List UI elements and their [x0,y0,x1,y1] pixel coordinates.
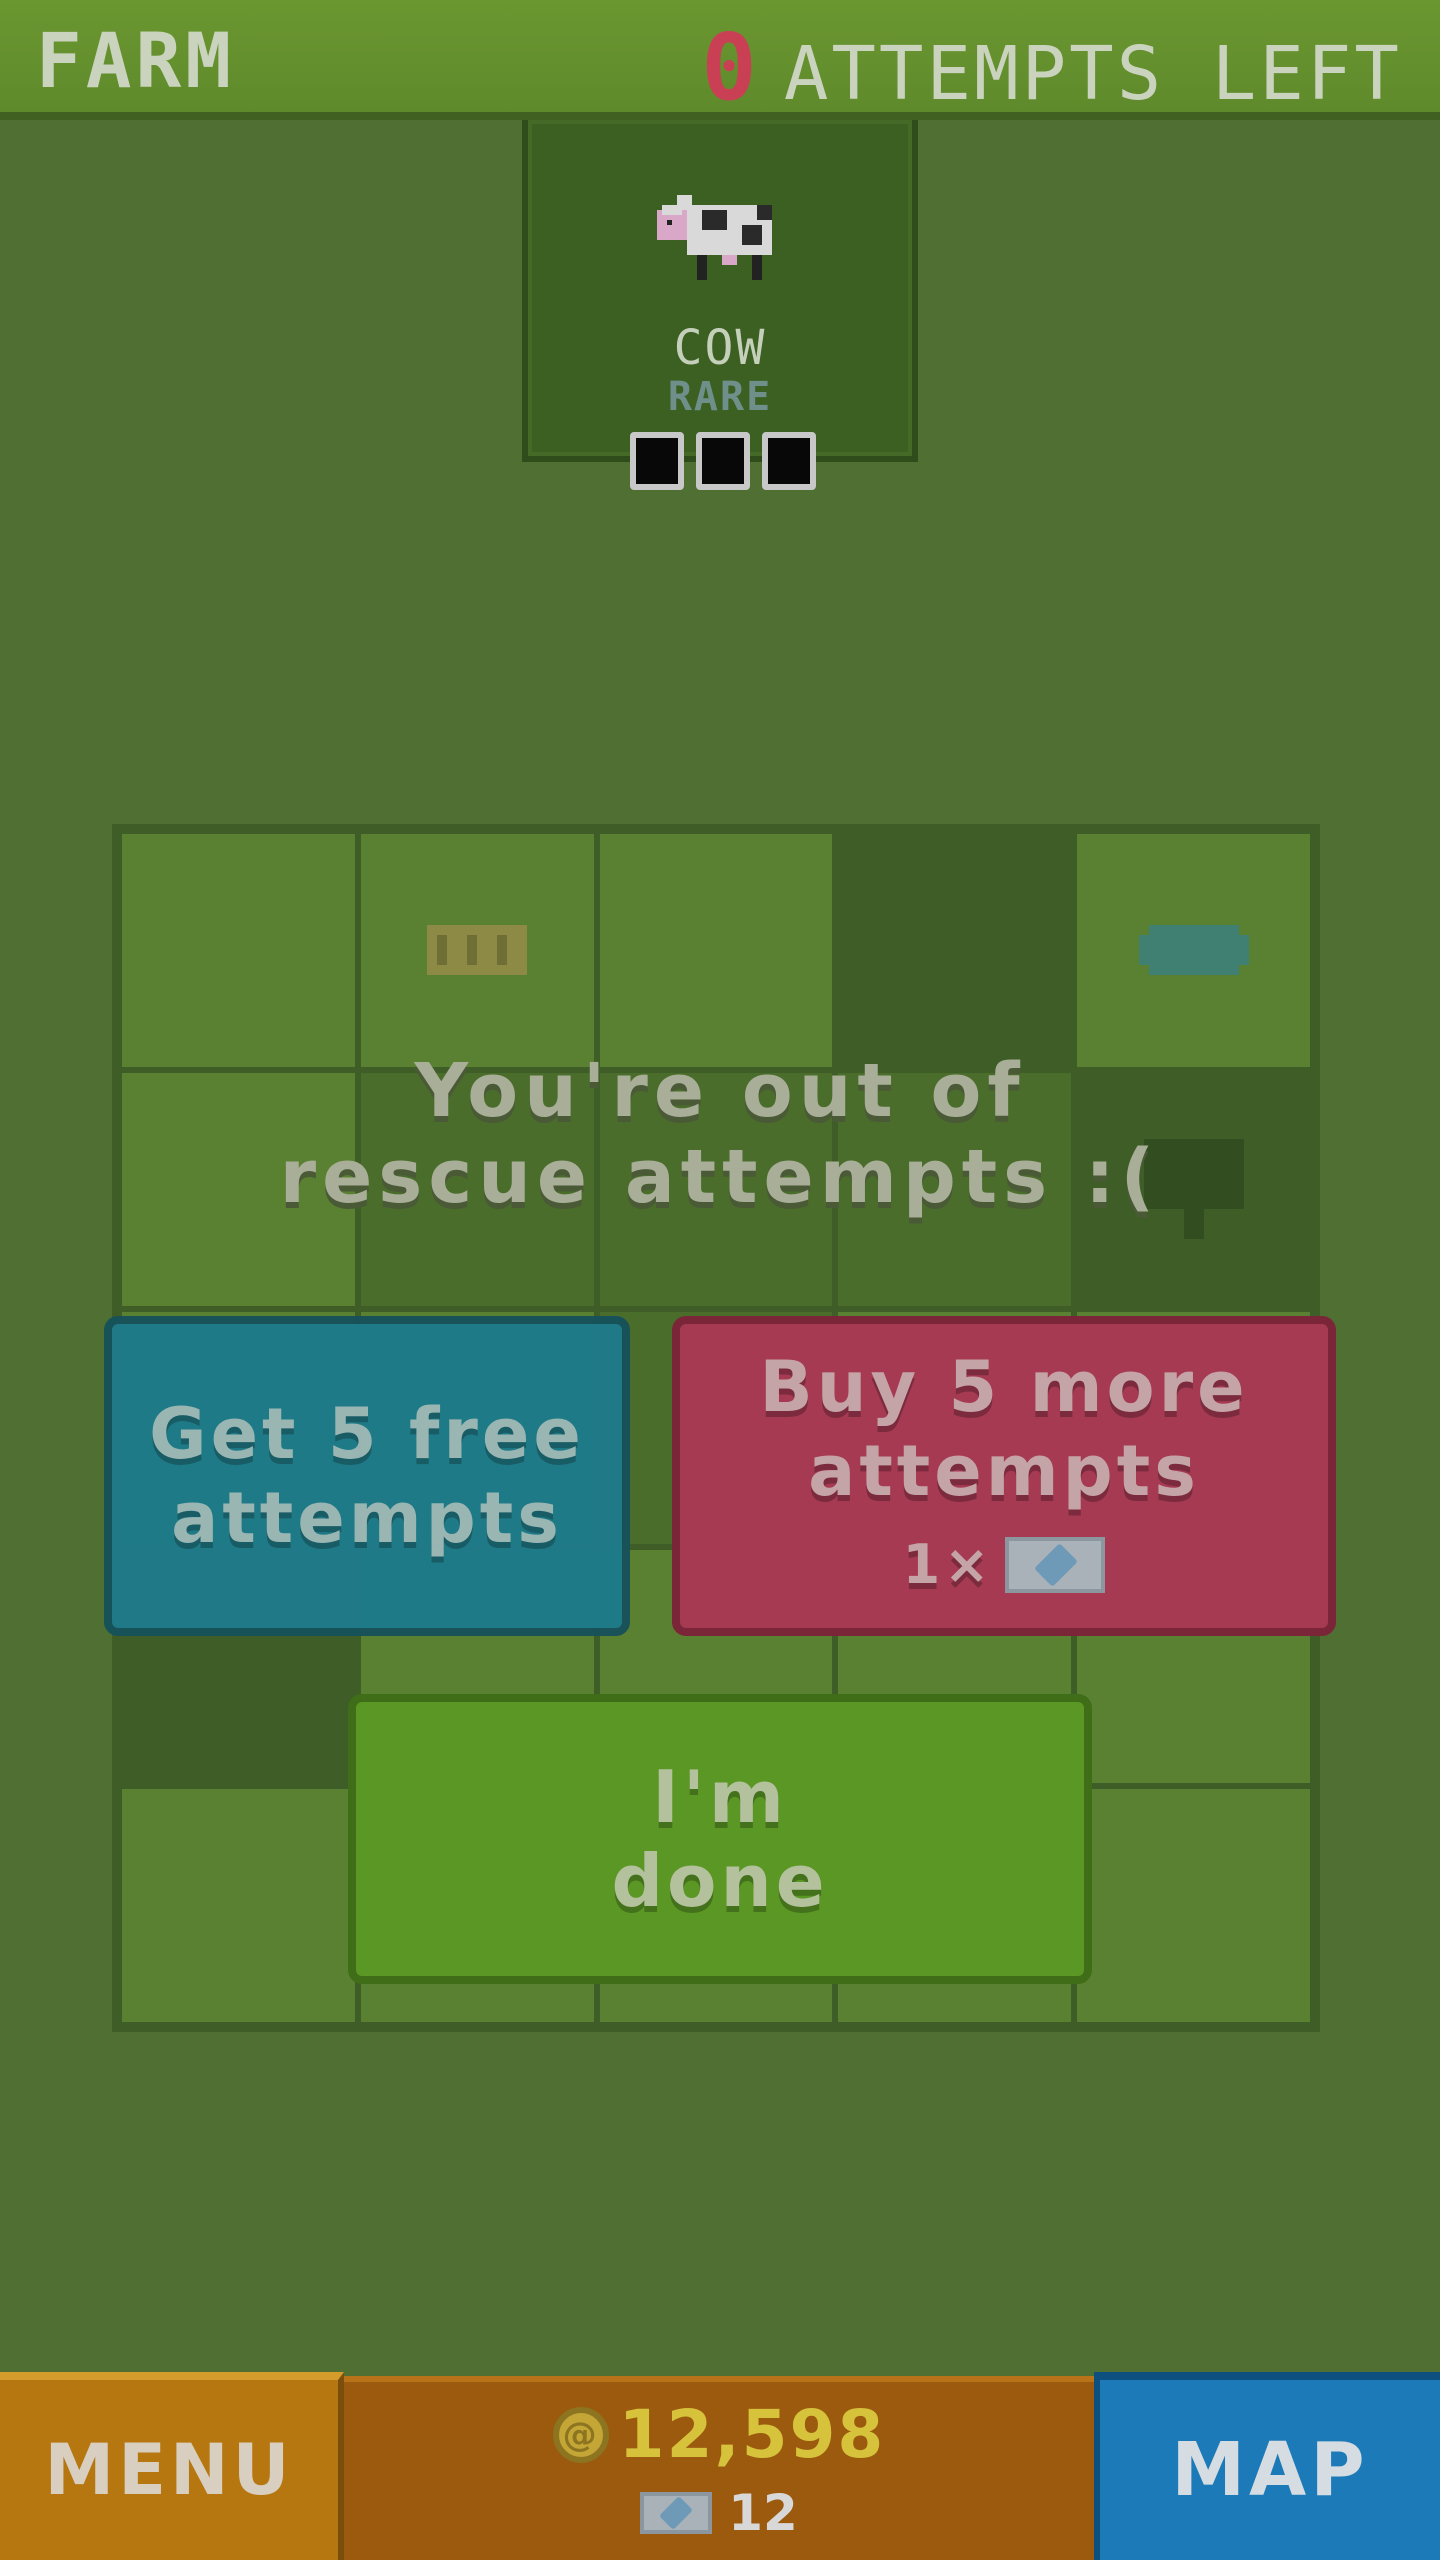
map-button[interactable]: MAP [1094,2372,1440,2560]
button-label: done [611,1839,829,1923]
progress-slot [762,432,816,490]
wallet-display: @ 12,598 12 [344,2376,1094,2560]
button-label: attempts [808,1430,1200,1512]
button-label: Buy 5 more [759,1346,1249,1428]
top-bar: FARM 0 ATTEMPTS LEFT [0,0,1440,121]
coin-balance: @ 12,598 [344,2396,1094,2473]
bottom-bar: MENU @ 12,598 12 MAP [0,2372,1440,2560]
grid-cell[interactable] [122,1789,355,2022]
pond-icon [1138,925,1249,976]
gem-amount: 12 [728,2484,798,2542]
attempts-left-label: ATTEMPTS LEFT [783,31,1402,117]
grid-cell[interactable] [122,834,355,1067]
grid-cell-searched [838,834,1072,1067]
message-line: rescue attempts :( [279,1134,1161,1220]
buy-cost: 1× [903,1523,1106,1607]
progress-slot [630,432,684,490]
progress-slot [696,432,750,490]
target-animal-card: COW RARE [522,120,918,462]
area-title: FARM [36,16,236,105]
button-label: attempts [171,1477,563,1559]
done-button[interactable]: I'm done [348,1694,1092,1984]
grid-cell[interactable] [1077,1789,1310,2022]
get-free-attempts-button[interactable]: Get 5 free attempts [104,1316,630,1636]
grid-cell[interactable] [599,834,833,1067]
hay-icon [427,925,528,976]
target-animal-rarity: RARE [667,374,773,420]
buy-cost-label: 1× [902,1533,994,1596]
gem-icon [1005,1537,1106,1593]
cow-icon [657,195,772,280]
button-label: I'm [652,1755,788,1839]
message-line: You're out of [414,1048,1026,1134]
gem-icon [640,2492,713,2534]
attempts-left-count: 0 [701,14,760,121]
button-label: Get 5 free [149,1393,585,1475]
attempts-left-display: 0 ATTEMPTS LEFT [701,14,1402,121]
coin-icon: @ [552,2406,609,2463]
coin-amount: 12,598 [618,2396,886,2473]
menu-button[interactable]: MENU [0,2372,344,2560]
gem-balance: 12 [344,2484,1094,2542]
out-of-attempts-message: You're out of rescue attempts :( [0,1048,1440,1220]
grid-cell[interactable] [1077,834,1310,1067]
rescue-progress [630,432,816,490]
buy-attempts-button[interactable]: Buy 5 more attempts 1× [672,1316,1336,1636]
target-animal-name: COW [673,320,767,376]
grid-cell[interactable] [360,834,594,1067]
